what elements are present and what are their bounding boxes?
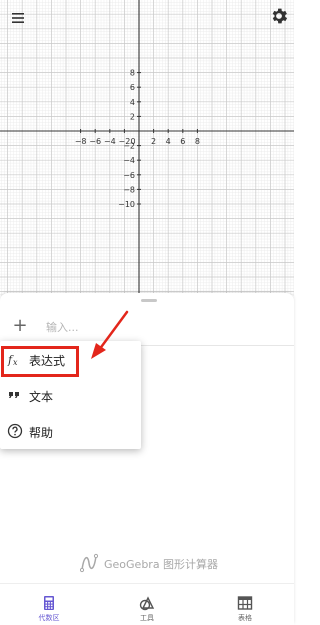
tab-label: 代数区 (38, 614, 60, 622)
x-tick-label: 8 (195, 137, 200, 146)
drag-handle[interactable] (141, 299, 157, 302)
add-item-menu: f x 表达式 文本 帮助 (0, 341, 141, 449)
graphics-view[interactable]: −8 −6 −4 −2 0 2 4 6 8 8642−2−4−6−8−10 (0, 0, 294, 296)
tab-algebra[interactable]: 代数区 (0, 584, 98, 625)
x-tick-label: −8 (75, 137, 87, 146)
help-circle-icon (7, 423, 23, 439)
table-icon (237, 596, 253, 610)
x-tick-label: 6 (180, 137, 185, 146)
menu-item-label: 文本 (29, 390, 54, 404)
tab-table[interactable]: 表格 (196, 584, 294, 625)
y-tick-label: −6 (123, 171, 135, 180)
y-tick-label: −4 (123, 156, 135, 165)
x-tick-label: −4 (104, 137, 116, 146)
geogebra-brand: GeoGebra 图形计算器 (80, 553, 240, 573)
bottom-navigation: 代数区 工具 表格 (0, 583, 294, 625)
plus-icon[interactable]: + (10, 315, 30, 336)
menu-item-expression[interactable]: f x 表达式 (0, 341, 141, 377)
y-tick-label: 2 (130, 112, 135, 121)
y-tick-label: −2 (123, 142, 135, 151)
y-tick-label: −10 (118, 200, 135, 209)
hamburger-menu-icon[interactable] (8, 8, 28, 28)
tools-icon (139, 596, 155, 611)
quote-icon (9, 392, 19, 398)
calculator-icon (44, 596, 54, 610)
menu-item-help[interactable]: 帮助 (0, 413, 141, 449)
y-tick-label: 8 (130, 69, 135, 78)
y-tick-label: 6 (130, 83, 135, 92)
y-tick-label: −8 (123, 185, 135, 194)
geogebra-logo-icon (80, 553, 98, 573)
menu-item-label: 表达式 (29, 354, 66, 368)
gear-icon[interactable] (269, 6, 289, 26)
menu-item-text[interactable]: 文本 (0, 377, 141, 413)
fx-icon: f x (7, 354, 18, 368)
svg-text:x: x (13, 358, 18, 367)
brand-text: GeoGebra 图形计算器 (104, 558, 219, 571)
x-tick-label: −6 (89, 137, 101, 146)
algebra-input-field[interactable]: 输入... (46, 319, 79, 335)
menu-item-label: 帮助 (29, 426, 54, 440)
x-tick-label: 4 (166, 137, 171, 146)
tab-tools[interactable]: 工具 (98, 584, 196, 625)
tab-label: 工具 (140, 614, 154, 622)
tab-label: 表格 (238, 614, 252, 622)
y-tick-label: 4 (130, 98, 135, 107)
x-tick-label: 2 (151, 137, 156, 146)
